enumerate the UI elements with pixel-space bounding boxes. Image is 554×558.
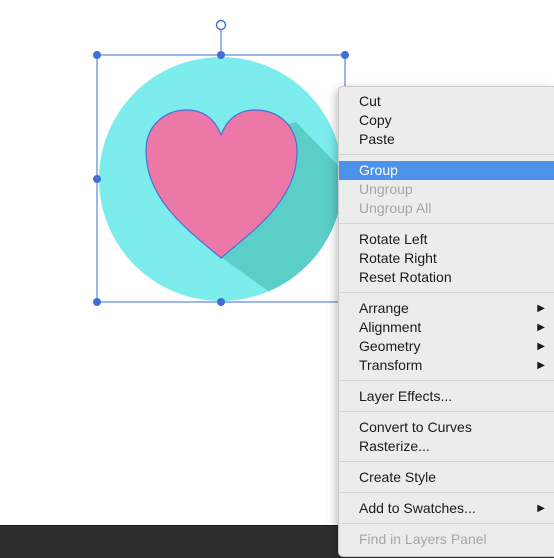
menu-item-add-to-swatches[interactable]: Add to Swatches... ▶ xyxy=(339,499,554,518)
menu-item-label: Group xyxy=(359,162,398,178)
resize-handle-top[interactable] xyxy=(217,51,225,59)
menu-separator xyxy=(339,223,554,224)
menu-item-label: Rotate Right xyxy=(359,250,437,266)
menu-item-find-in-layers-panel: Find in Layers Panel xyxy=(339,530,554,549)
menu-separator xyxy=(339,461,554,462)
submenu-arrow-icon: ▶ xyxy=(537,503,545,514)
menu-item-label: Create Style xyxy=(359,469,437,485)
menu-item-label: Find in Layers Panel xyxy=(359,531,487,547)
menu-item-rasterize[interactable]: Rasterize... xyxy=(339,437,554,456)
menu-item-layer-effects[interactable]: Layer Effects... xyxy=(339,387,554,406)
submenu-arrow-icon: ▶ xyxy=(537,322,545,333)
resize-handle-top-right[interactable] xyxy=(341,51,349,59)
menu-separator xyxy=(339,292,554,293)
menu-item-group[interactable]: Group xyxy=(339,161,554,180)
menu-item-label: Layer Effects... xyxy=(359,388,453,404)
menu-item-label: Ungroup xyxy=(359,181,413,197)
menu-item-ungroup-all: Ungroup All xyxy=(339,199,554,218)
menu-item-label: Arrange xyxy=(359,300,409,316)
menu-separator xyxy=(339,154,554,155)
rotation-handle[interactable] xyxy=(215,19,227,31)
menu-item-label: Copy xyxy=(359,112,392,128)
context-menu: Cut Copy Paste Group Ungroup Ungroup All Rotat… xyxy=(338,86,554,557)
submenu-arrow-icon: ▶ xyxy=(537,341,545,352)
menu-item-convert-to-curves[interactable]: Convert to Curves xyxy=(339,418,554,437)
menu-item-geometry[interactable]: Geometry ▶ xyxy=(339,337,554,356)
menu-item-label: Add to Swatches... xyxy=(359,500,476,516)
menu-separator xyxy=(339,411,554,412)
menu-separator xyxy=(339,523,554,524)
menu-item-label: Rotate Left xyxy=(359,231,428,247)
menu-item-label: Rasterize... xyxy=(359,438,430,454)
menu-item-ungroup: Ungroup xyxy=(339,180,554,199)
resize-handle-bottom[interactable] xyxy=(217,298,225,306)
menu-item-label: Cut xyxy=(359,93,381,109)
resize-handle-left[interactable] xyxy=(93,175,101,183)
menu-item-rotate-left[interactable]: Rotate Left xyxy=(339,230,554,249)
menu-item-rotate-right[interactable]: Rotate Right xyxy=(339,249,554,268)
menu-separator xyxy=(339,492,554,493)
menu-item-copy[interactable]: Copy xyxy=(339,111,554,130)
menu-item-label: Ungroup All xyxy=(359,200,432,216)
menu-item-create-style[interactable]: Create Style xyxy=(339,468,554,487)
menu-item-alignment[interactable]: Alignment ▶ xyxy=(339,318,554,337)
menu-item-label: Geometry xyxy=(359,338,421,354)
menu-separator xyxy=(339,380,554,381)
menu-item-label: Reset Rotation xyxy=(359,269,452,285)
submenu-arrow-icon: ▶ xyxy=(537,360,545,371)
menu-item-label: Alignment xyxy=(359,319,422,335)
resize-handle-bottom-left[interactable] xyxy=(93,298,101,306)
menu-item-reset-rotation[interactable]: Reset Rotation xyxy=(339,268,554,287)
menu-item-transform[interactable]: Transform ▶ xyxy=(339,356,554,375)
menu-item-label: Transform xyxy=(359,357,423,373)
menu-item-arrange[interactable]: Arrange ▶ xyxy=(339,299,554,318)
menu-item-label: Paste xyxy=(359,131,395,147)
resize-handle-top-left[interactable] xyxy=(93,51,101,59)
menu-item-paste[interactable]: Paste xyxy=(339,130,554,149)
menu-item-label: Convert to Curves xyxy=(359,419,472,435)
menu-item-cut[interactable]: Cut xyxy=(339,92,554,111)
submenu-arrow-icon: ▶ xyxy=(537,303,545,314)
